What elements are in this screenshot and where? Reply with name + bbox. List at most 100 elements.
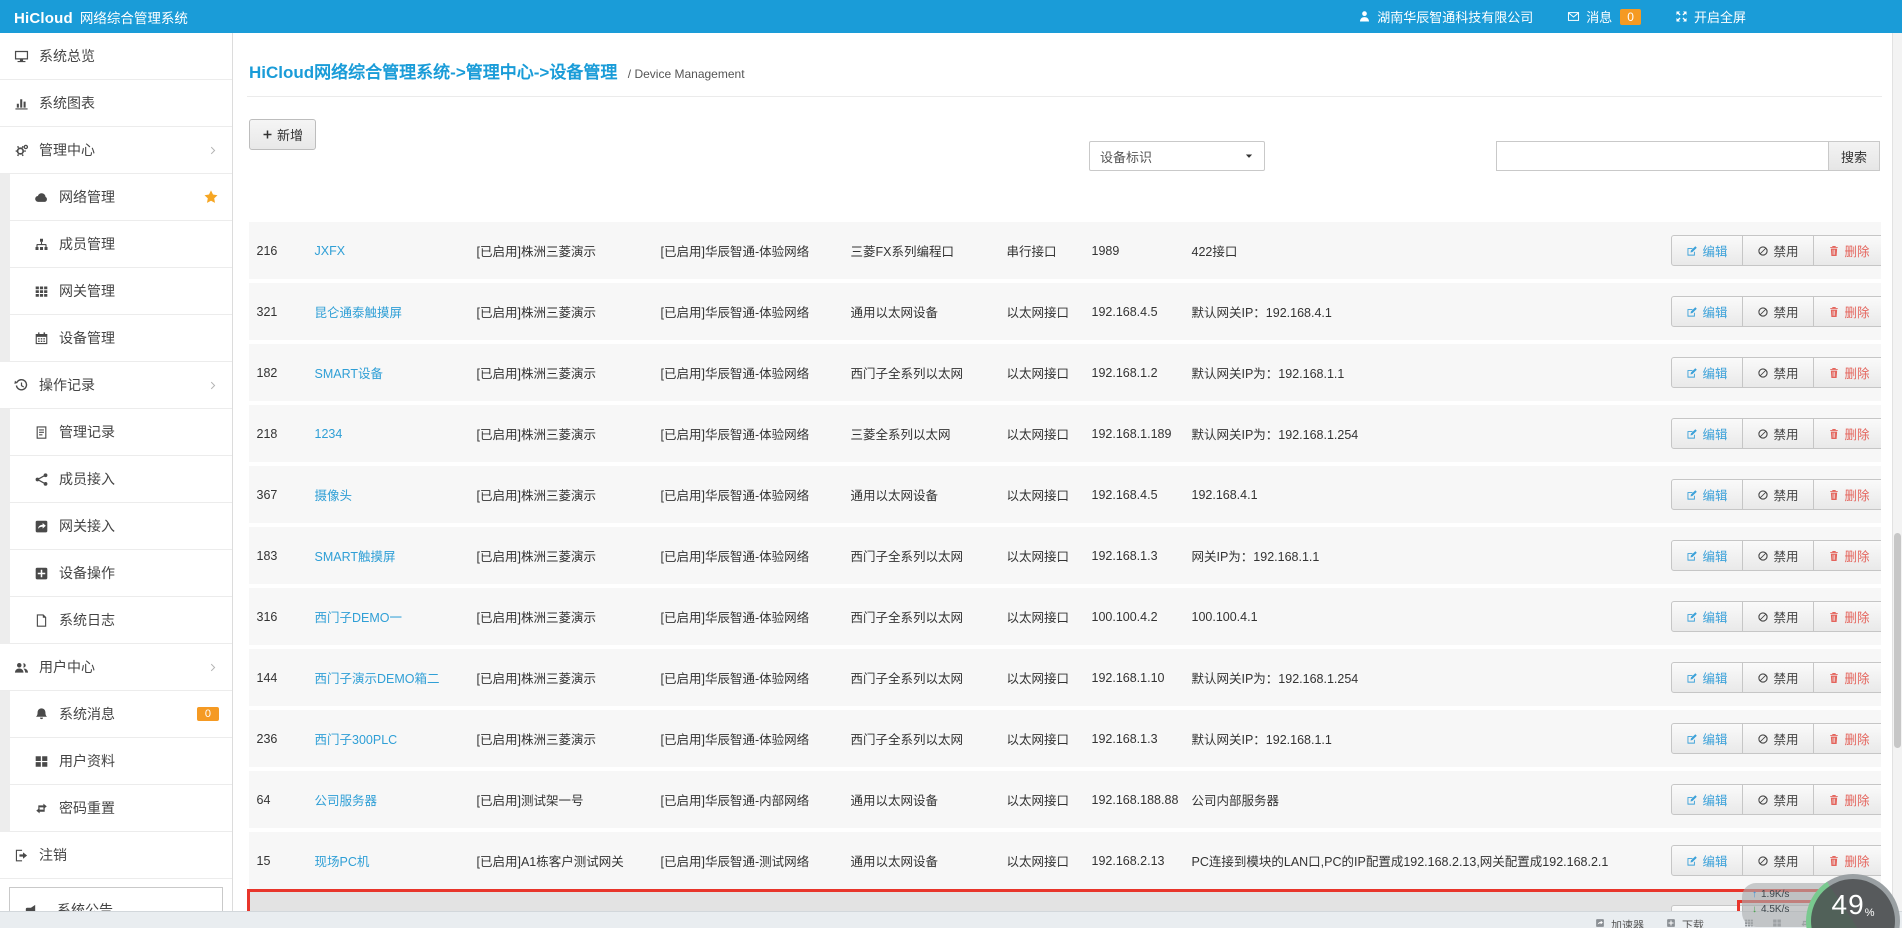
delete-button[interactable]: 删除	[1812, 662, 1881, 693]
delete-button[interactable]: 删除	[1812, 418, 1881, 449]
edit-button[interactable]: 编辑	[1670, 784, 1743, 815]
favorite-star-icon[interactable]	[203, 189, 219, 205]
delete-button[interactable]: 删除	[1812, 479, 1881, 510]
toggle-button[interactable]: 禁用	[1741, 723, 1814, 754]
retweet-icon	[34, 801, 49, 816]
trash-icon	[1828, 306, 1840, 318]
search-input[interactable]	[1496, 141, 1828, 171]
cell-actions: 编辑 禁用 删除	[1662, 218, 1881, 282]
pencil-icon	[1686, 306, 1698, 318]
toggle-button[interactable]: 禁用	[1741, 357, 1814, 388]
edit-button[interactable]: 编辑	[1670, 601, 1743, 632]
delete-button[interactable]: 删除	[1812, 235, 1881, 266]
toggle-button[interactable]: 禁用	[1741, 296, 1814, 327]
sidebar-item[interactable]: 系统总览	[0, 33, 232, 80]
sidebar-item[interactable]: 成员接入	[10, 456, 232, 503]
cell-gateway: [已启用]株洲三菱演示	[468, 401, 653, 465]
scrollbar-thumb[interactable]	[1894, 533, 1901, 748]
sidebar-item[interactable]: 系统图表	[0, 80, 232, 127]
add-device-button[interactable]: 新增	[249, 119, 317, 150]
sidebar-item[interactable]: 网关接入	[10, 503, 232, 550]
delete-button[interactable]: 删除	[1812, 357, 1881, 388]
delete-button[interactable]: 删除	[1812, 540, 1881, 571]
cell-plc-model: 通用以太网设备	[842, 462, 999, 526]
edit-button[interactable]: 编辑	[1670, 845, 1743, 876]
edit-button[interactable]: 编辑	[1670, 662, 1743, 693]
sidebar-item[interactable]: 管理记录	[10, 409, 232, 456]
ban-icon	[1757, 489, 1769, 501]
edit-label: 编辑	[1702, 794, 1728, 808]
device-name-link[interactable]: 西门子DEMO一	[315, 611, 403, 625]
sidebar-item[interactable]: 管理中心	[0, 127, 232, 174]
toggle-button[interactable]: 禁用	[1741, 845, 1814, 876]
toggle-button[interactable]: 禁用	[1741, 540, 1814, 571]
delete-button[interactable]: 删除	[1812, 601, 1881, 632]
messages-button[interactable]: 消息 0	[1567, 7, 1641, 26]
sidebar-item[interactable]: 操作记录	[0, 362, 232, 409]
cell-device-name: JXFX	[306, 218, 469, 282]
pencil-icon	[1686, 367, 1698, 379]
device-name-link[interactable]: JXFX	[315, 244, 346, 258]
ban-icon	[1757, 672, 1769, 684]
edit-button[interactable]: 编辑	[1670, 418, 1743, 449]
pencil-icon	[1686, 428, 1698, 440]
sidebar-item[interactable]: 密码重置	[10, 785, 232, 832]
device-name-link[interactable]: SMART触摸屏	[315, 550, 396, 564]
delete-button[interactable]: 删除	[1812, 723, 1881, 754]
sidebar-item[interactable]: 设备管理	[10, 315, 232, 362]
delete-button[interactable]: 删除	[1812, 784, 1881, 815]
edit-button[interactable]: 编辑	[1670, 357, 1743, 388]
cell-device-name: 现场PC机	[306, 828, 469, 891]
device-name-link[interactable]: 公司服务器	[315, 794, 378, 808]
edit-button[interactable]: 编辑	[1670, 296, 1743, 327]
cell-device-name: 摄像头	[306, 462, 469, 526]
edit-button[interactable]: 编辑	[1670, 540, 1743, 571]
trash-icon	[1828, 611, 1840, 623]
cell-plc-model: 西门子全系列以太网	[842, 645, 999, 709]
chart-icon	[14, 96, 29, 111]
accelerator-label[interactable]: 加速器	[1611, 917, 1644, 928]
sidebar-item[interactable]: 成员管理	[10, 221, 232, 268]
device-name-link[interactable]: 1234	[315, 427, 343, 441]
company-account[interactable]: 湖南华辰智通科技有限公司	[1358, 7, 1533, 26]
sidebar-item[interactable]: 系统日志	[10, 597, 232, 644]
device-name-link[interactable]: 摄像头	[315, 489, 353, 503]
sidebar-item[interactable]: 用户资料	[10, 738, 232, 785]
toggle-button[interactable]: 禁用	[1741, 418, 1814, 449]
column-header	[1083, 195, 1184, 220]
toggle-button[interactable]: 禁用	[1741, 601, 1814, 632]
signout-icon	[14, 848, 29, 863]
sidebar-item[interactable]: 设备操作	[10, 550, 232, 597]
app-logo[interactable]: HiCloud 网络综合管理系统	[14, 7, 188, 27]
sidebar-item[interactable]: 系统消息 0	[10, 691, 232, 738]
search-button[interactable]: 搜索	[1828, 141, 1880, 171]
toggle-button[interactable]: 禁用	[1741, 479, 1814, 510]
cell-actions: 编辑 禁用 删除	[1662, 645, 1881, 709]
fullscreen-button[interactable]: 开启全屏	[1675, 7, 1746, 26]
sidebar-item[interactable]: 注销	[0, 832, 232, 879]
device-filter-select[interactable]: 设备标识	[1089, 141, 1265, 171]
device-name-link[interactable]: 现场PC机	[315, 855, 370, 869]
caret-down-icon	[1244, 151, 1254, 161]
device-name-link[interactable]: 昆仑通泰触摸屏	[315, 306, 403, 320]
toggle-button[interactable]: 禁用	[1741, 784, 1814, 815]
company-name: 湖南华辰智通科技有限公司	[1377, 10, 1534, 25]
upload-arrow-icon: ↑	[1752, 889, 1757, 900]
row-action-group: 编辑 禁用 删除	[1670, 418, 1881, 449]
edit-button[interactable]: 编辑	[1670, 479, 1743, 510]
device-name-link[interactable]: SMART设备	[315, 367, 384, 381]
edit-button[interactable]: 编辑	[1670, 235, 1743, 266]
sidebar-item[interactable]: 用户中心	[0, 644, 232, 691]
sidebar-item[interactable]: 网关管理	[10, 268, 232, 315]
delete-button[interactable]: 删除	[1812, 296, 1881, 327]
sidebar-item[interactable]: 网络管理	[10, 174, 232, 221]
toggle-button[interactable]: 禁用	[1741, 235, 1814, 266]
cell-actions: 编辑 禁用 删除	[1662, 462, 1881, 526]
toggle-button[interactable]: 禁用	[1741, 662, 1814, 693]
delete-button[interactable]: 删除	[1812, 845, 1881, 876]
download-label[interactable]: 下载	[1682, 917, 1704, 928]
cell-plc-model: 西门子全系列以太网	[842, 340, 999, 404]
device-name-link[interactable]: 西门子演示DEMO箱二	[315, 672, 440, 686]
device-name-link[interactable]: 西门子300PLC	[315, 733, 398, 747]
edit-button[interactable]: 编辑	[1670, 723, 1743, 754]
